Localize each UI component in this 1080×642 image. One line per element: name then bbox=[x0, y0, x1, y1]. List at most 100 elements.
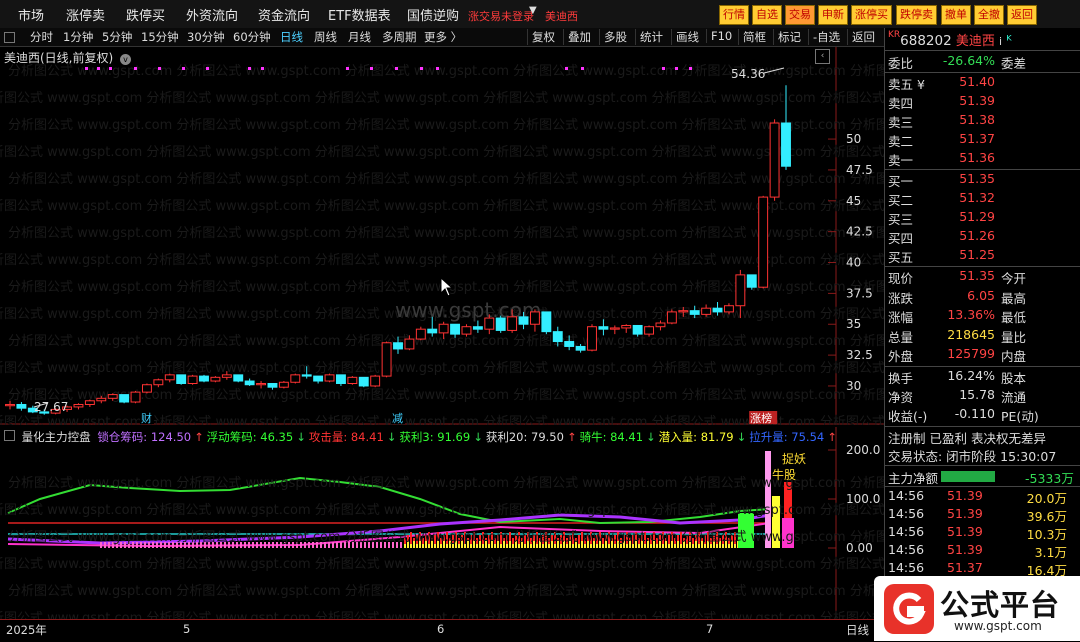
tool-mark[interactable]: 标记 bbox=[773, 29, 801, 45]
tool-adjust[interactable]: 复权 bbox=[527, 29, 555, 45]
stat-value: 6.05 bbox=[967, 287, 995, 303]
y-tick-label: 40 bbox=[846, 256, 861, 270]
tool-watchlist[interactable]: -自选 bbox=[808, 29, 840, 45]
tool-simple-frame[interactable]: 简框 bbox=[738, 29, 766, 45]
stat-row[interactable]: 涨幅 13.36% 最低 bbox=[885, 307, 1080, 326]
bid-row[interactable]: 买三 51.29 bbox=[885, 209, 1080, 228]
signal-dot bbox=[97, 67, 100, 70]
indicator-name[interactable]: 量化主力控盘 bbox=[22, 430, 91, 444]
chevron-down-icon[interactable]: ▼ bbox=[529, 5, 537, 16]
stat-label: 现价 bbox=[888, 271, 914, 286]
stat2-row[interactable]: 净资 15.78 流通 bbox=[885, 387, 1080, 406]
ask-row[interactable]: 卖一 51.36 bbox=[885, 150, 1080, 169]
ask-row[interactable]: 卖五 ¥ 51.40 bbox=[885, 74, 1080, 93]
stat-row[interactable]: 外盘 125799 内盘 bbox=[885, 346, 1080, 365]
panel-toggle-icon[interactable] bbox=[4, 32, 15, 43]
panel-toggle-icon[interactable] bbox=[4, 430, 15, 441]
arrow-down-icon: ↓ bbox=[646, 430, 656, 444]
bid-row[interactable]: 买五 51.25 bbox=[885, 247, 1080, 266]
k-icon[interactable]: ᴷ bbox=[1006, 34, 1011, 49]
info-icon[interactable]: i bbox=[999, 35, 1002, 48]
tool-multi-stock[interactable]: 多股 bbox=[599, 29, 627, 45]
quick-button-cancel[interactable]: 撤单 bbox=[941, 5, 971, 25]
ask-row[interactable]: 卖四 51.39 bbox=[885, 93, 1080, 112]
period-15min[interactable]: 15分钟 bbox=[141, 29, 179, 45]
menu-limit-up-sell[interactable]: 涨停卖 bbox=[66, 5, 105, 24]
candle-body bbox=[267, 382, 278, 388]
tool-f10[interactable]: F10 bbox=[706, 29, 732, 43]
candle-body bbox=[210, 376, 221, 382]
stat2-row[interactable]: 换手 16.24% 股本 bbox=[885, 368, 1080, 387]
quick-button-limit-up-buy[interactable]: 涨停买 bbox=[851, 5, 892, 25]
candle-body bbox=[621, 324, 632, 329]
quick-button-quote[interactable]: 行情 bbox=[719, 5, 749, 25]
quick-button-watchlist[interactable]: 自选 bbox=[752, 5, 782, 25]
period-minute[interactable]: 分时 bbox=[30, 29, 53, 45]
tool-draw-line[interactable]: 画线 bbox=[671, 29, 699, 45]
quick-button-ipo[interactable]: 申新 bbox=[818, 5, 848, 25]
period-1min[interactable]: 1分钟 bbox=[63, 29, 93, 45]
arrow-down-icon: ↓ bbox=[736, 430, 747, 444]
menu-limit-down-buy[interactable]: 跌停买 bbox=[126, 5, 165, 24]
tick-volume: 39.6万 bbox=[1026, 509, 1067, 524]
watermark-row: 分析图公式 www.gspt.com 分析图公式 www.gspt.com 分析… bbox=[8, 172, 884, 187]
menu-foreign-flow[interactable]: 外资流向 bbox=[186, 5, 238, 24]
indicator-field: 潜入量: 81.79 bbox=[658, 430, 734, 444]
watermark-row: 分析图公式 www.gspt.com 分析图公式 www.gspt.com 分析… bbox=[0, 145, 884, 160]
event-marker[interactable]: 涨榜 bbox=[750, 411, 772, 425]
candlestick-chart[interactable]: 分析图公式 www.gspt.com 分析图公式 www.gspt.com 分析… bbox=[0, 47, 884, 425]
menu-repo[interactable]: 国债逆购 bbox=[407, 5, 459, 24]
event-marker[interactable]: 财 bbox=[141, 411, 152, 425]
bid-value: 51.26 bbox=[959, 228, 995, 243]
y-tick-label: 32.5 bbox=[846, 348, 873, 362]
candle-body bbox=[415, 328, 426, 340]
ask-row[interactable]: 卖三 51.38 bbox=[885, 112, 1080, 131]
quick-button-cancel-all[interactable]: 全撤 bbox=[974, 5, 1004, 25]
menu-market[interactable]: 市场 bbox=[18, 5, 44, 24]
period-multi[interactable]: 多周期 bbox=[382, 29, 417, 45]
period-30min[interactable]: 30分钟 bbox=[187, 29, 225, 45]
logo-text: 公式平台 bbox=[940, 588, 1061, 622]
stat-row[interactable]: 总量 218645 量比 bbox=[885, 327, 1080, 346]
menu-fund-flow[interactable]: 资金流向 bbox=[258, 5, 310, 24]
collapse-icon[interactable]: ‹ bbox=[815, 49, 830, 64]
tick-time: 14:56 bbox=[888, 506, 925, 521]
tick-price: 51.39 bbox=[947, 542, 983, 557]
ask-row[interactable]: 卖二 51.37 bbox=[885, 131, 1080, 150]
candle-body bbox=[564, 341, 575, 347]
event-marker[interactable]: 减 bbox=[392, 412, 403, 425]
period-60min[interactable]: 60分钟 bbox=[233, 29, 271, 45]
quick-button-trade[interactable]: 交易 bbox=[785, 5, 815, 25]
quick-button-limit-down-sell[interactable]: 跌停卖 bbox=[896, 5, 937, 25]
stat-row[interactable]: 涨跌 6.05 最高 bbox=[885, 288, 1080, 307]
period-weekly[interactable]: 周线 bbox=[314, 29, 337, 45]
menu-etf-table[interactable]: ETF数据表 bbox=[328, 5, 391, 24]
chevron-down-icon[interactable]: v bbox=[120, 54, 132, 65]
candle-body bbox=[507, 316, 518, 331]
tool-statistics[interactable]: 统计 bbox=[635, 29, 663, 45]
period-daily[interactable]: 日线 bbox=[280, 29, 303, 45]
stat2-row[interactable]: 收益(-) -0.110 PE(动) bbox=[885, 406, 1080, 425]
bid-row[interactable]: 买一 51.35 bbox=[885, 171, 1080, 190]
bid-row[interactable]: 买四 51.26 bbox=[885, 228, 1080, 247]
candle-body bbox=[472, 326, 483, 330]
bid-row[interactable]: 买二 51.32 bbox=[885, 190, 1080, 209]
tool-return[interactable]: 返回 bbox=[847, 29, 875, 45]
tick-time: 14:56 bbox=[888, 542, 925, 557]
period-monthly[interactable]: 月线 bbox=[348, 29, 371, 45]
candle-body bbox=[358, 376, 369, 387]
quick-button-return[interactable]: 返回 bbox=[1007, 5, 1037, 25]
candle-body bbox=[450, 323, 461, 335]
indicator-chart[interactable]: 200.0100.00.00捉妖牛股分析图公式 www.gspt.com 分析图… bbox=[0, 427, 884, 619]
login-notice[interactable]: 涨交易未登录 bbox=[468, 8, 534, 24]
stat-row[interactable]: 现价 51.35 今开 bbox=[885, 268, 1080, 287]
signal-dot bbox=[370, 67, 373, 70]
candle-body bbox=[644, 326, 655, 335]
candle-body bbox=[461, 326, 472, 335]
candle-body bbox=[324, 374, 335, 382]
period-more[interactable]: 更多 〉 bbox=[424, 29, 462, 45]
stat2-value: 16.24% bbox=[947, 368, 995, 383]
tool-overlay[interactable]: 叠加 bbox=[563, 29, 591, 45]
candle-body bbox=[678, 310, 689, 313]
period-5min[interactable]: 5分钟 bbox=[102, 29, 132, 45]
